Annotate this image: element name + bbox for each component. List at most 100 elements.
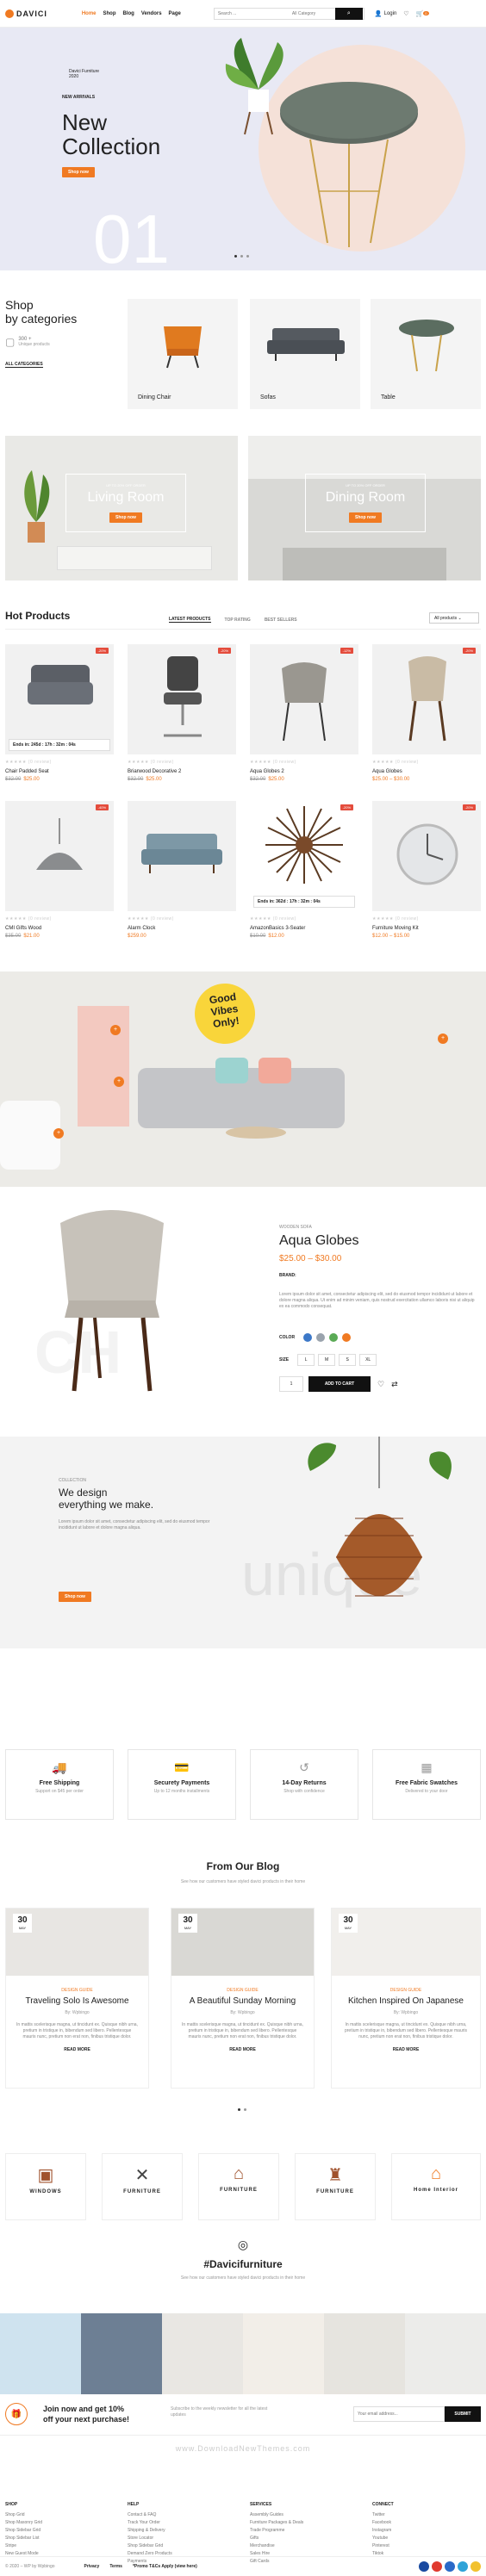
read-more-link[interactable]: READ MORE bbox=[171, 2047, 314, 2052]
hotspot-icon[interactable]: + bbox=[110, 1025, 121, 1035]
brand-logo[interactable]: ✕ FURNITURE bbox=[102, 2153, 183, 2220]
product-card[interactable]: -20% Ends in: 362d : 17h : 32m : 04s ★★★… bbox=[250, 801, 358, 939]
add-to-cart-button[interactable]: ADD TO CART bbox=[308, 1376, 371, 1392]
footer-link[interactable]: Stripe bbox=[5, 2543, 109, 2548]
blog-title[interactable]: Kitchen Inspired On Japanese bbox=[332, 1996, 480, 2006]
footer-link[interactable]: Shop Sidebar Grid bbox=[5, 2528, 109, 2533]
product-card[interactable]: ★★★★★ (0 review) Alarm Clock $259.00 bbox=[128, 801, 236, 939]
product-card[interactable]: -20% ★★★★★ (0 review) Briarwood Decorati… bbox=[128, 644, 236, 782]
size-option[interactable]: S bbox=[339, 1354, 357, 1366]
color-swatch[interactable] bbox=[329, 1333, 339, 1342]
submit-button[interactable]: SUBMIT bbox=[445, 2406, 481, 2422]
instagram-photo[interactable] bbox=[405, 2313, 486, 2394]
footer-link[interactable]: Shop Grid bbox=[5, 2512, 109, 2517]
category-select[interactable]: All Category bbox=[292, 11, 335, 16]
user-icon[interactable]: 👤 bbox=[375, 10, 383, 17]
hotspot-icon[interactable]: + bbox=[53, 1128, 64, 1139]
slider-dot[interactable] bbox=[234, 255, 237, 258]
quantity-stepper[interactable]: 1 bbox=[279, 1376, 303, 1392]
blog-title[interactable]: Traveling Solo Is Awesome bbox=[6, 1996, 148, 2006]
product-title[interactable]: Briarwood Decorative 2 bbox=[128, 769, 236, 774]
search-input[interactable] bbox=[214, 10, 292, 16]
instagram-photo[interactable] bbox=[0, 2313, 81, 2394]
nav-page[interactable]: Page bbox=[169, 11, 181, 16]
footer-link[interactable]: Instagram bbox=[372, 2528, 476, 2533]
slider-dot[interactable] bbox=[246, 255, 249, 258]
read-more-link[interactable]: READ MORE bbox=[332, 2047, 480, 2052]
blog-card[interactable]: 30 MAY DESIGN GUIDE A Beautiful Sunday Mo… bbox=[171, 1908, 315, 2089]
instagram-photo[interactable] bbox=[81, 2313, 162, 2394]
product-card[interactable]: -20% Ends in: 245d : 17h : 32m : 04s ★★★… bbox=[5, 644, 114, 782]
blog-title[interactable]: A Beautiful Sunday Morning bbox=[171, 1996, 314, 2006]
promo-link[interactable]: *Promo T&Cs Apply (view here) bbox=[133, 2564, 197, 2569]
email-field[interactable] bbox=[353, 2406, 445, 2422]
banner-shop-button[interactable]: Shop now bbox=[349, 512, 382, 523]
product-title[interactable]: Chair Padded Seat bbox=[5, 769, 114, 774]
privacy-link[interactable]: Privacy bbox=[84, 2564, 100, 2569]
footer-link[interactable]: Shop Masonry Grid bbox=[5, 2520, 109, 2525]
cart-icon[interactable]: 🛒 bbox=[416, 10, 424, 17]
footer-link[interactable]: Pinterest bbox=[372, 2543, 476, 2548]
category-card[interactable]: Table bbox=[371, 299, 481, 409]
tab-top-rating[interactable]: TOP RATING bbox=[225, 618, 251, 623]
blog-category[interactable]: DESIGN GUIDE bbox=[171, 1988, 314, 1993]
slider-dot[interactable] bbox=[238, 2108, 240, 2111]
instagram-photo[interactable] bbox=[162, 2313, 243, 2394]
product-title[interactable]: CMI Gifts Wood bbox=[5, 926, 114, 931]
tab-best-sellers[interactable]: BEST SELLERS bbox=[265, 618, 297, 623]
instagram-photo[interactable] bbox=[243, 2313, 324, 2394]
banner-dining-room[interactable]: UP TO 20% OFF ORDER Dining Room Shop now bbox=[248, 436, 481, 580]
category-card[interactable]: Sofas bbox=[250, 299, 360, 409]
banner-shop-button[interactable]: Shop now bbox=[109, 512, 142, 523]
product-card[interactable]: -40% ★★★★★ (0 review) CMI Gifts Wood $35… bbox=[5, 801, 114, 939]
brand-logo[interactable]: ▣ WINDOWS bbox=[5, 2153, 86, 2220]
size-option[interactable]: L bbox=[297, 1354, 315, 1366]
compare-icon[interactable]: ⇄ bbox=[391, 1380, 398, 1389]
slider-dot[interactable] bbox=[244, 2108, 246, 2111]
color-swatch[interactable] bbox=[303, 1333, 313, 1342]
slider-dot[interactable] bbox=[240, 255, 243, 258]
all-categories-link[interactable]: ALL CATEGORIES bbox=[5, 362, 43, 368]
footer-link[interactable]: Gifts bbox=[250, 2536, 353, 2541]
blog-card[interactable]: 30 MAY DESIGN GUIDE Traveling Solo Is Awe… bbox=[5, 1908, 149, 2089]
product-title[interactable]: Alarm Clock bbox=[128, 926, 236, 931]
blog-category[interactable]: DESIGN GUIDE bbox=[332, 1988, 480, 1993]
footer-link[interactable]: Merchandise bbox=[250, 2543, 353, 2548]
read-more-link[interactable]: READ MORE bbox=[6, 2047, 148, 2052]
product-title[interactable]: Aqua Globes 2 bbox=[250, 769, 358, 774]
heart-icon[interactable]: ♡ bbox=[403, 10, 408, 17]
product-title[interactable]: AmazonBasics 3-Seater bbox=[250, 926, 358, 931]
product-title[interactable]: Aqua Globes bbox=[372, 769, 481, 774]
product-card[interactable]: -12% ★★★★★ (0 review) Aqua Globes 2 $32.… bbox=[250, 644, 358, 782]
size-option[interactable]: XL bbox=[359, 1354, 377, 1366]
color-swatch[interactable] bbox=[316, 1333, 326, 1342]
nav-shop[interactable]: Shop bbox=[103, 11, 116, 16]
nav-home[interactable]: Home bbox=[82, 11, 97, 16]
nav-blog[interactable]: Blog bbox=[123, 11, 134, 16]
footer-link[interactable]: Assembly Guides bbox=[250, 2512, 353, 2517]
footer-link[interactable]: Facebook bbox=[372, 2520, 476, 2525]
tab-latest[interactable]: LATEST PRODUCTS bbox=[169, 617, 211, 623]
size-option[interactable]: M bbox=[318, 1354, 336, 1366]
footer-link[interactable]: Shipping & Delivery bbox=[128, 2528, 231, 2533]
nav-vendors[interactable]: Vendors bbox=[141, 11, 162, 16]
design-shop-button[interactable]: Shop now bbox=[59, 1592, 91, 1602]
product-card[interactable]: -20% ★★★★★ (0 review) Aqua Globes $25.00… bbox=[372, 644, 481, 782]
product-title[interactable]: Furniture Moving Kit bbox=[372, 926, 481, 931]
products-select[interactable]: All products ⌄ bbox=[429, 612, 479, 624]
login-link[interactable]: Login bbox=[384, 11, 397, 16]
hero-shop-button[interactable]: Shop now bbox=[62, 167, 95, 177]
blog-card[interactable]: 30 MAY DESIGN GUIDE Kitchen Inspired On J… bbox=[331, 1908, 481, 2089]
footer-link[interactable]: Track Your Order bbox=[128, 2520, 231, 2525]
logo[interactable]: DAVICI bbox=[5, 9, 47, 18]
banner-living-room[interactable]: UP TO 20% OFF ORDER Living Room Shop now bbox=[5, 436, 238, 580]
footer-link[interactable]: Store Locator bbox=[128, 2536, 231, 2541]
footer-link[interactable]: Contact & FAQ bbox=[128, 2512, 231, 2517]
brand-logo[interactable]: ⌂ Home Interior bbox=[391, 2153, 481, 2220]
footer-link[interactable]: Twitter bbox=[372, 2512, 476, 2517]
category-card[interactable]: Dining Chair bbox=[128, 299, 238, 409]
brand-logo[interactable]: ♜ FURNITURE bbox=[295, 2153, 376, 2220]
instagram-photo[interactable] bbox=[324, 2313, 405, 2394]
footer-link[interactable]: Youtube bbox=[372, 2536, 476, 2541]
brand-logo[interactable]: ⌂ FURNITURE bbox=[198, 2153, 279, 2220]
